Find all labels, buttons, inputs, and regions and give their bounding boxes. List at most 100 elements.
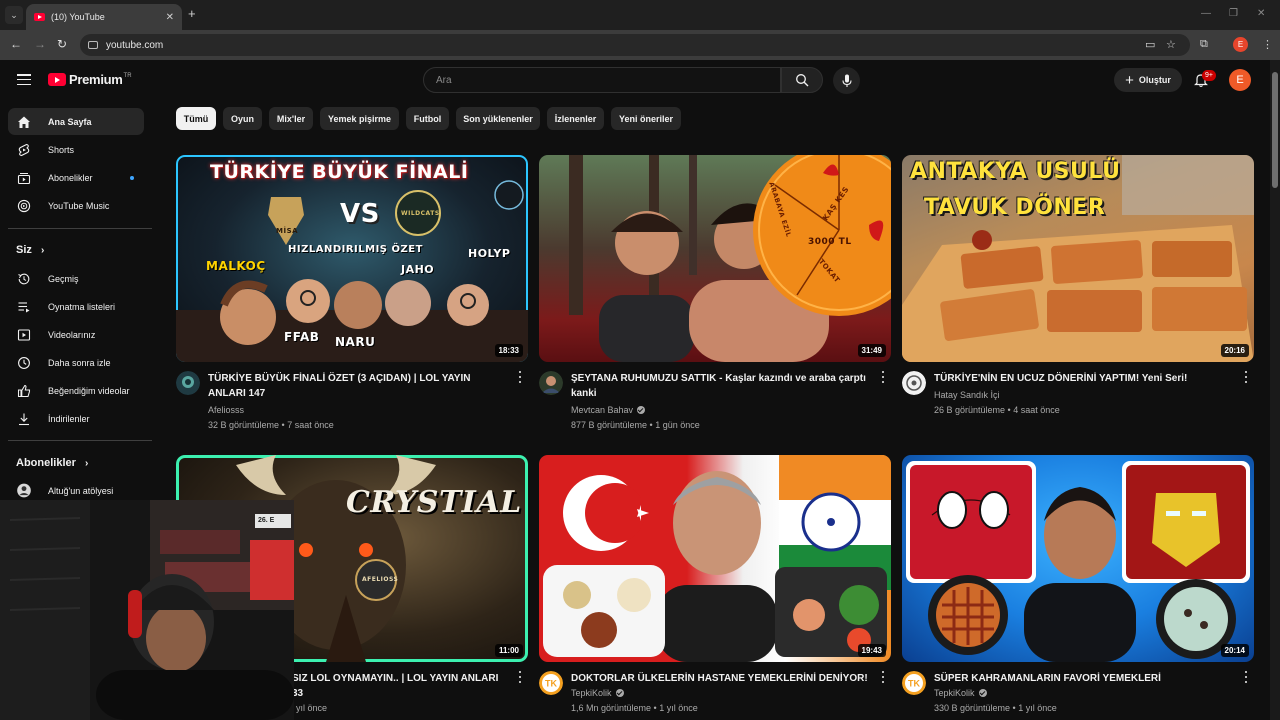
video-meta: 877 B görüntüleme • 1 gün önce <box>571 420 700 430</box>
sidebar-label: Altuğ'un atölyesi <box>48 485 114 496</box>
restore-window-button[interactable]: ❐ <box>1229 8 1238 19</box>
thumbnail-art <box>569 155 891 362</box>
browser-profile-avatar[interactable]: E <box>1233 37 1248 52</box>
tab-close-icon[interactable]: ✕ <box>166 12 174 23</box>
video-duration: 20:14 <box>1220 644 1249 657</box>
thumbnail-art <box>543 455 891 662</box>
video-thumbnail[interactable]: ANTAKYA USULÜ TAVUK DÖNER 20:16 <box>902 155 1254 362</box>
sidebar-item-youtube-music[interactable]: YouTube Music <box>8 192 144 219</box>
video-card[interactable]: ARABAYA EZİL KAŞ KES 3000 TL TOKAT 31:49… <box>539 155 891 435</box>
video-title[interactable]: SÜPER KAHRAMANLARIN FAVORİ YEMEKLERİ <box>934 671 1234 686</box>
search-input[interactable]: Ara <box>423 67 781 93</box>
sidebar-item-liked-videos[interactable]: Beğendiğim videolar <box>8 377 144 404</box>
voice-search-button[interactable] <box>833 67 860 94</box>
sidebar-item-subscriptions[interactable]: Abonelikler <box>8 164 144 191</box>
create-button[interactable]: + Oluştur <box>1114 68 1182 92</box>
address-bar[interactable]: youtube.com <box>80 34 1190 56</box>
sidebar-item-downloads[interactable]: İndirilenler <box>8 405 144 432</box>
sidebar-item-history[interactable]: Geçmiş <box>8 265 144 292</box>
hamburger-menu-icon[interactable] <box>17 74 31 85</box>
chip-all[interactable]: Tümü <box>176 107 216 130</box>
chip-watched[interactable]: İzlenenler <box>547 107 604 130</box>
thumb-text: MALKOÇ <box>206 259 266 273</box>
video-more-options-icon[interactable] <box>1242 671 1250 683</box>
thumb-text: CRYSTIAL <box>346 485 522 520</box>
chevron-right-icon: › <box>40 245 45 256</box>
video-more-options-icon[interactable] <box>879 371 887 383</box>
video-card[interactable]: 20:14 TK SÜPER KAHRAMANLARIN FAVORİ YEME… <box>902 455 1254 720</box>
notification-count-badge: 9+ <box>1202 70 1216 81</box>
sidebar-item-shorts[interactable]: Shorts <box>8 136 144 163</box>
scrollbar-thumb[interactable] <box>1272 72 1278 188</box>
tab-title: (10) YouTube <box>51 12 105 22</box>
video-more-options-icon[interactable] <box>879 671 887 683</box>
video-more-options-icon[interactable] <box>516 671 524 683</box>
plus-icon: + <box>1125 71 1134 89</box>
playlist-icon <box>17 300 31 314</box>
thumb-text: TÜRKİYE BÜYÜK FİNALİ <box>210 161 469 183</box>
channel-avatar[interactable] <box>176 371 200 395</box>
close-window-button[interactable]: ✕ <box>1257 8 1265 19</box>
sidebar-item-playlists[interactable]: Oynatma listeleri <box>8 293 144 320</box>
cast-icon[interactable]: ▭ <box>1145 38 1155 51</box>
back-arrow-icon[interactable]: ← <box>10 37 22 51</box>
video-channel[interactable]: TepkiKolik <box>571 688 624 698</box>
thumb-text: TAVUK DÖNER <box>924 195 1106 220</box>
account-avatar[interactable]: E <box>1229 69 1251 91</box>
sidebar-subscriptions-heading[interactable]: Abonelikler › <box>16 457 88 469</box>
reload-icon[interactable]: ↻ <box>57 37 67 51</box>
chip-new-to-you[interactable]: Yeni öneriler <box>611 107 681 130</box>
video-card[interactable]: ANTAKYA USULÜ TAVUK DÖNER 20:16 TÜRKİYE'… <box>902 155 1254 435</box>
chip-cooking[interactable]: Yemek pişirme <box>320 107 399 130</box>
video-title[interactable]: SIZ LOL OYNAMAYIN.. | LOL YAYIN ANLARI 3… <box>292 671 512 701</box>
extensions-icon[interactable]: ⧉ <box>1200 38 1208 51</box>
forward-arrow-icon[interactable]: → <box>34 37 46 51</box>
video-title[interactable]: TÜRKİYE'NİN EN UCUZ DÖNERİNİ YAPTIM! Yen… <box>934 371 1234 386</box>
chip-mixes[interactable]: Mix'ler <box>269 107 313 130</box>
channel-avatar[interactable]: TK <box>539 671 563 695</box>
webcam-overlay: 26. E <box>0 500 294 720</box>
youtube-logo-icon <box>48 73 66 86</box>
bookmark-star-icon[interactable]: ☆ <box>1166 38 1176 51</box>
site-info-icon[interactable] <box>88 41 98 49</box>
minimize-window-button[interactable]: — <box>1201 8 1211 19</box>
sidebar-item-your-videos[interactable]: Videolarınız <box>8 321 144 348</box>
video-title[interactable]: TÜRKİYE BÜYÜK FİNALİ ÖZET (3 AÇIDAN) | L… <box>208 371 508 401</box>
video-thumbnail[interactable]: 19:43 <box>539 455 891 662</box>
youtube-premium-logo[interactable]: Premium TR <box>48 72 132 87</box>
chip-gaming[interactable]: Oyun <box>223 107 262 130</box>
video-channel[interactable]: Hatay Sandık İçi <box>934 390 1000 400</box>
page-scrollbar[interactable] <box>1270 60 1280 720</box>
video-channel[interactable]: TepkiKolik <box>934 688 987 698</box>
video-more-options-icon[interactable] <box>516 371 524 383</box>
search-button[interactable] <box>781 67 823 93</box>
video-card[interactable]: TÜRKİYE BÜYÜK FİNALİ MİSA VS WILDCATS HI… <box>176 155 528 435</box>
chip-recently-uploaded[interactable]: Son yüklenenler <box>456 107 540 130</box>
channel-avatar[interactable] <box>902 371 926 395</box>
sidebar-you-heading[interactable]: Siz › <box>16 244 44 256</box>
channel-avatar[interactable]: TK <box>902 671 926 695</box>
video-title[interactable]: ŞEYTANA RUHUMUZU SATTIK - Kaşlar kazındı… <box>571 371 871 401</box>
video-thumbnail[interactable]: ARABAYA EZİL KAŞ KES 3000 TL TOKAT 31:49 <box>539 155 891 362</box>
video-thumbnail[interactable]: TÜRKİYE BÜYÜK FİNALİ MİSA VS WILDCATS HI… <box>176 155 528 362</box>
video-duration: 19:43 <box>857 644 886 657</box>
channel-avatar[interactable] <box>539 371 563 395</box>
chip-football[interactable]: Futbol <box>406 107 449 130</box>
sidebar-item-home[interactable]: Ana Sayfa <box>8 108 144 135</box>
video-thumbnail[interactable]: 20:14 <box>902 455 1254 662</box>
sidebar-item-watch-later[interactable]: Daha sonra izle <box>8 349 144 376</box>
video-more-options-icon[interactable] <box>1242 371 1250 383</box>
youtube-header: Premium TR Ara + Oluştur E <box>0 60 1270 100</box>
video-meta: 26 B görüntüleme • 4 saat önce <box>934 405 1060 415</box>
browser-tab-youtube[interactable]: (10) YouTube ✕ <box>26 4 182 30</box>
video-title[interactable]: DOKTORLAR ÜLKELERİN HASTANE YEMEKLERİNİ … <box>571 671 871 686</box>
video-channel[interactable]: Afeliosss <box>208 405 244 415</box>
video-channel[interactable]: Mevtcan Bahav <box>571 405 646 415</box>
browser-menu-icon[interactable]: ⋮ <box>1262 38 1273 51</box>
sidebar-label: YouTube Music <box>48 200 110 211</box>
video-card[interactable]: 19:43 TK DOKTORLAR ÜLKELERİN HASTANE YEM… <box>539 455 891 720</box>
tab-search-chevron-icon[interactable]: ⌄ <box>5 6 23 24</box>
new-tab-button[interactable]: + <box>188 6 196 21</box>
download-icon <box>17 412 31 426</box>
video-meta: yıl önce <box>296 703 328 713</box>
